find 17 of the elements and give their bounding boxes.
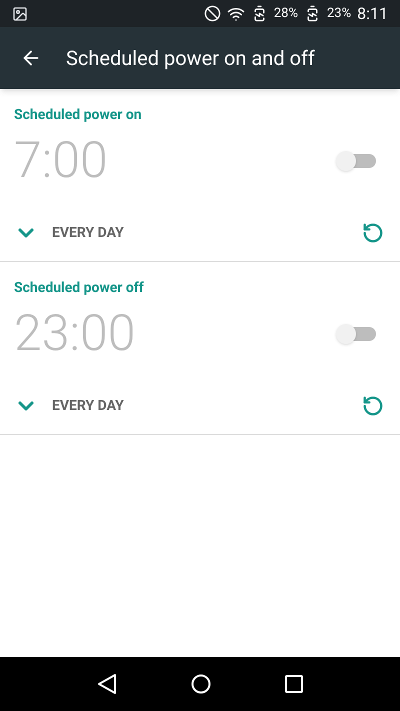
do-not-disturb-icon xyxy=(204,5,221,22)
back-icon[interactable] xyxy=(97,673,117,695)
repeat-label: EVERY DAY xyxy=(52,224,124,242)
recents-icon[interactable] xyxy=(285,675,303,693)
time-display[interactable]: 23:00 xyxy=(14,309,136,359)
reset-icon[interactable] xyxy=(362,222,384,244)
home-icon[interactable] xyxy=(191,674,211,694)
section-title: Scheduled power off xyxy=(14,279,145,298)
reset-icon[interactable] xyxy=(362,395,384,417)
battery-percentage: 28% xyxy=(274,4,298,23)
battery-percentage: 23% xyxy=(327,4,352,23)
repeat-label: EVERY DAY xyxy=(52,396,124,416)
page-title: Scheduled power on and off xyxy=(66,45,315,72)
section-title: Scheduled power on xyxy=(14,106,143,125)
clock: 8:11 xyxy=(357,2,388,24)
time-display[interactable]: 7:00 xyxy=(14,136,108,186)
image-icon xyxy=(12,6,28,22)
